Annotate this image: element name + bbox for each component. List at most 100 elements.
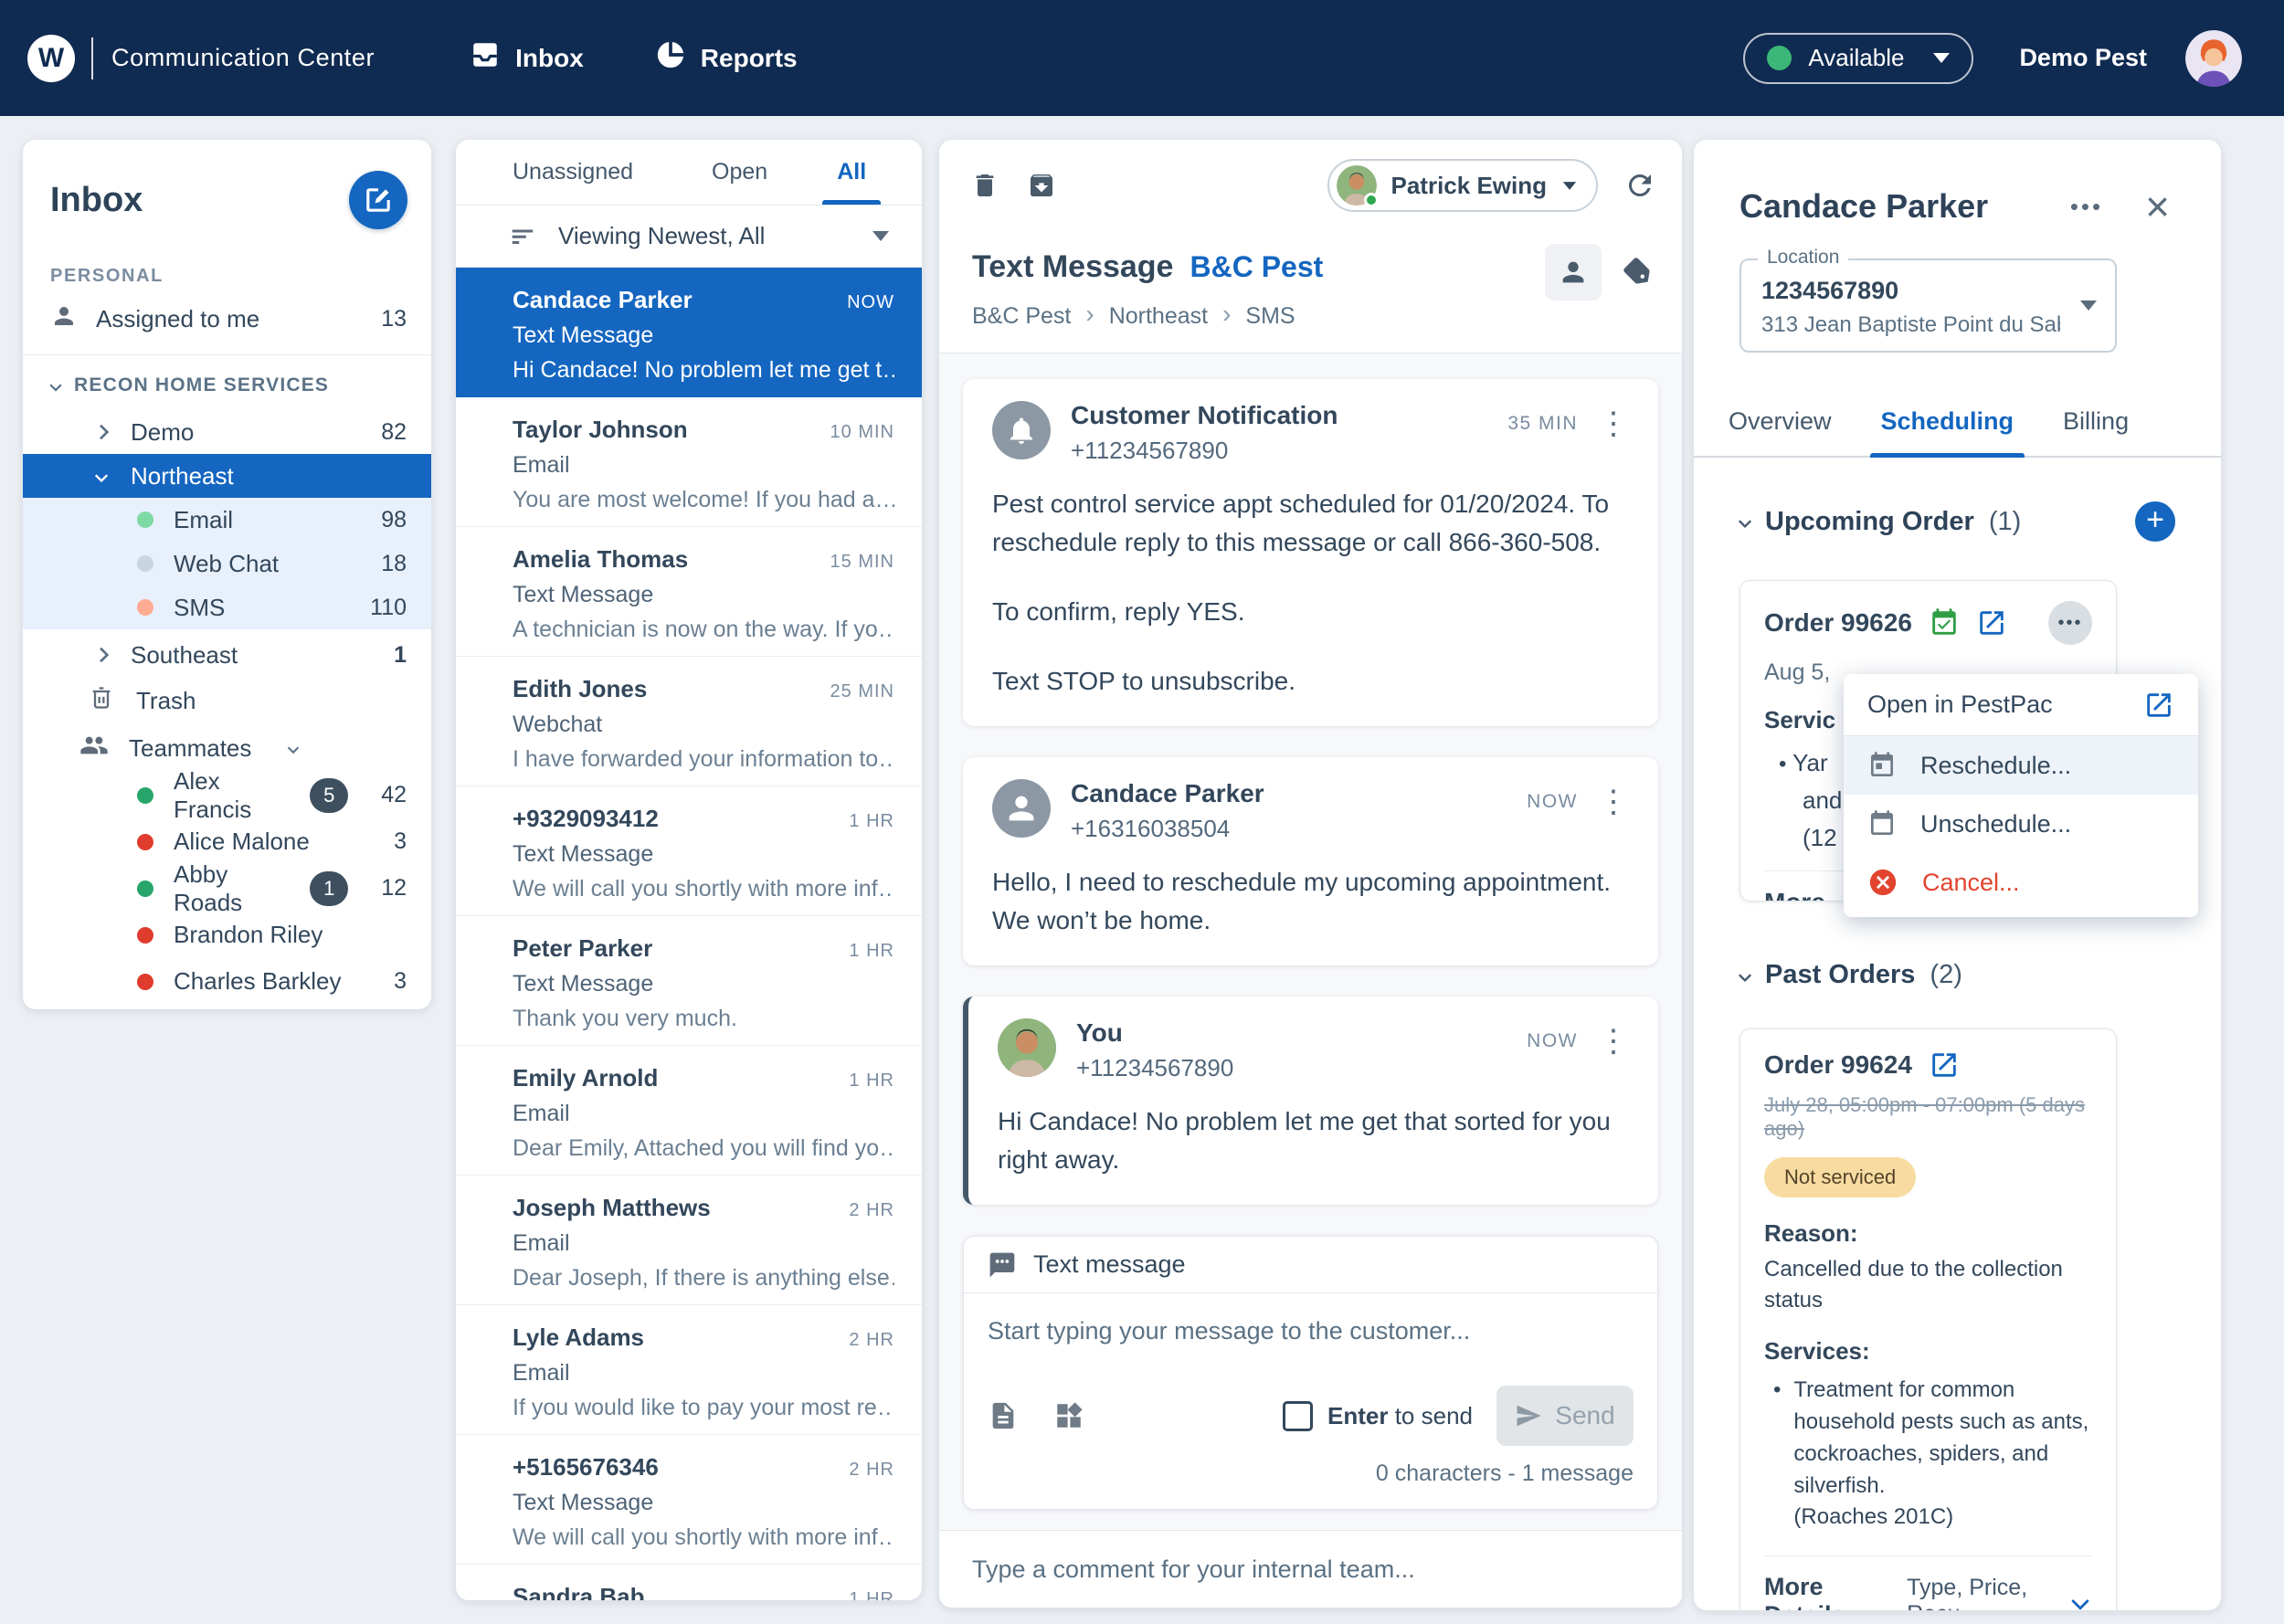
conversation-item-candace-parker[interactable]: Candace ParkerNOW Text Message Hi Candac… [456, 268, 922, 397]
internal-comment-input[interactable]: Type a comment for your internal team... [939, 1530, 1682, 1608]
past-orders-section[interactable]: Past Orders (2) [1739, 960, 2175, 990]
conversation-item-lyle-adams[interactable]: Lyle Adams2 HR Email If you would like t… [456, 1305, 922, 1435]
online-status-dot [137, 787, 153, 804]
conversation-channel: Text Message [513, 582, 894, 608]
conversation-channel: Text Message [513, 841, 894, 868]
teammate-brandon-riley[interactable]: Brandon Riley [23, 912, 431, 958]
trash-label: Trash [136, 687, 196, 715]
webchat-channel-dot [137, 555, 153, 572]
sidebar-item-trash[interactable]: Trash [23, 677, 431, 724]
open-order-external-icon[interactable] [1976, 607, 2007, 638]
breadcrumb-channel[interactable]: SMS [1245, 303, 1295, 330]
message-body: Hi Candace! No problem let me get that s… [998, 1102, 1629, 1179]
send-button[interactable]: Send [1496, 1386, 1634, 1446]
chevron-right-icon [94, 648, 110, 663]
close-icon[interactable]: × [2145, 190, 2170, 224]
tab-overview[interactable]: Overview [1729, 407, 1832, 456]
conversation-preview: We will call you shortly with more inf… [513, 1524, 894, 1551]
sidebar-item-sms[interactable]: SMS 110 [23, 585, 431, 629]
more-details-toggle[interactable]: More Details: Type, Price, Recu... [1764, 1573, 2092, 1610]
sidebar-divider [23, 354, 431, 355]
menu-item-cancel[interactable]: Cancel... [1844, 853, 2198, 912]
conversation-item-emily-arnold[interactable]: Emily Arnold1 HR Email Dear Emily, Attac… [456, 1046, 922, 1176]
conversation-item-phone-9329093412[interactable]: +93290934121 HR Text Message We will cal… [456, 786, 922, 916]
northeast-channels: Email 98 Web Chat 18 SMS 110 [23, 498, 431, 629]
teammate-abby-roads[interactable]: Abby Roads 1 12 [23, 865, 431, 912]
teammate-count: 3 [394, 968, 407, 995]
message-phone: +11234567890 [1076, 1054, 1233, 1082]
availability-dropdown[interactable]: Available [1743, 33, 1973, 84]
teammates-label: Teammates [129, 734, 251, 763]
breadcrumb-brand[interactable]: B&C Pest [972, 303, 1071, 330]
sidebar-item-southeast[interactable]: Southeast 1 [23, 633, 431, 677]
message-time: 35 MIN [1507, 413, 1578, 435]
teammate-charles-barkley[interactable]: Charles Barkley 3 [23, 958, 431, 1005]
conversation-channel: Webchat [513, 712, 894, 738]
message-sender: Customer Notification [1071, 401, 1338, 430]
refresh-button[interactable] [1623, 169, 1656, 202]
logo-divider [91, 37, 93, 79]
sms-channel-dot [137, 599, 153, 616]
sort-dropdown[interactable]: Viewing Newest, All [456, 206, 922, 268]
template-icon[interactable] [988, 1400, 1019, 1431]
chevron-down-icon [49, 379, 62, 392]
message-input[interactable]: Start typing your message to the custome… [964, 1293, 1657, 1366]
tab-scheduling[interactable]: Scheduling [1881, 407, 2014, 456]
message-menu-button[interactable]: ⋮ [1598, 1026, 1629, 1057]
enter-to-send-checkbox[interactable] [1283, 1401, 1313, 1431]
archive-conversation-button[interactable] [1027, 171, 1056, 200]
nav-inbox[interactable]: Inbox [470, 39, 584, 77]
cancel-circle-icon [1867, 867, 1898, 898]
tab-open[interactable]: Open [712, 140, 767, 205]
breadcrumb-region[interactable]: Northeast [1109, 303, 1208, 330]
conversation-time: 1 HR [849, 941, 894, 962]
app-logo-icon: W [27, 35, 75, 82]
upcoming-order-section[interactable]: Upcoming Order (1) + [1739, 501, 2175, 542]
open-order-external-icon[interactable] [1929, 1049, 1960, 1081]
top-navbar: W Communication Center Inbox Reports Ava… [0, 0, 2284, 116]
message-menu-button[interactable]: ⋮ [1598, 408, 1629, 439]
nav-reports[interactable]: Reports [655, 39, 798, 77]
add-order-button[interactable]: + [2135, 501, 2175, 542]
message-menu-button[interactable]: ⋮ [1598, 786, 1629, 817]
conversation-item-peter-parker[interactable]: Peter Parker1 HR Text Message Thank you … [456, 916, 922, 1046]
sms-label: SMS [174, 594, 225, 622]
teammate-alice-malone[interactable]: Alice Malone 3 [23, 818, 431, 865]
conversation-tabs: Unassigned Open All [456, 140, 922, 206]
location-select[interactable]: Location 1234567890 313 Jean Baptiste Po… [1739, 258, 2117, 353]
tab-unassigned[interactable]: Unassigned [513, 140, 633, 205]
tag-icon[interactable] [1622, 256, 1655, 289]
conversation-item-amelia-thomas[interactable]: Amelia Thomas15 MIN Text Message A techn… [456, 527, 922, 657]
menu-item-open-in-pestpac[interactable]: Open in PestPac [1844, 674, 2198, 736]
sidebar-item-northeast[interactable]: Northeast [23, 454, 431, 498]
conversation-name: Sandra Bab [513, 1583, 645, 1600]
conversation-item-taylor-johnson[interactable]: Taylor Johnson10 MIN Email You are most … [456, 397, 922, 527]
teammate-alex-francis[interactable]: Alex Francis 5 42 [23, 772, 431, 818]
user-avatar[interactable] [2185, 30, 2242, 87]
sidebar-item-webchat[interactable]: Web Chat 18 [23, 542, 431, 585]
contact-panel: Candace Parker ••• × Location 1234567890… [1694, 140, 2221, 1610]
menu-item-reschedule[interactable]: Reschedule... [1844, 736, 2198, 795]
compose-button[interactable] [349, 171, 407, 229]
menu-item-unschedule[interactable]: Unschedule... [1844, 795, 2198, 853]
conversation-item-partial[interactable]: Sandra Bab1 HR [456, 1565, 922, 1600]
sidebar-item-assigned-to-me[interactable]: Assigned to me 13 [23, 292, 431, 345]
assignee-dropdown[interactable]: Patrick Ewing [1327, 159, 1599, 212]
tab-all[interactable]: All [837, 140, 866, 205]
sidebar-item-demo[interactable]: Demo 82 [23, 410, 431, 454]
tab-billing[interactable]: Billing [2063, 407, 2129, 456]
order-menu-button-active[interactable]: ••• [2048, 601, 2092, 645]
contact-overflow-button[interactable]: ••• [2070, 193, 2103, 221]
conversation-item-joseph-matthews[interactable]: Joseph Matthews2 HR Email Dear Joseph, I… [456, 1176, 922, 1305]
org-group-recon-home-services[interactable]: RECON HOME SERVICES [23, 361, 431, 410]
sidebar-item-email[interactable]: Email 98 [23, 498, 431, 542]
status-badge-not-serviced: Not serviced [1764, 1157, 1916, 1197]
delete-conversation-button[interactable] [970, 171, 999, 200]
sidebar-item-teammates[interactable]: Teammates [23, 724, 431, 772]
calendar-edit-icon [1867, 751, 1897, 780]
contact-details-button[interactable] [1545, 244, 1602, 301]
conversation-item-phone-5165676346[interactable]: +51656763462 HR Text Message We will cal… [456, 1435, 922, 1565]
snippets-icon[interactable] [1053, 1400, 1084, 1431]
external-link-icon [2143, 690, 2174, 721]
conversation-item-edith-jones[interactable]: Edith Jones25 MIN Webchat I have forward… [456, 657, 922, 786]
